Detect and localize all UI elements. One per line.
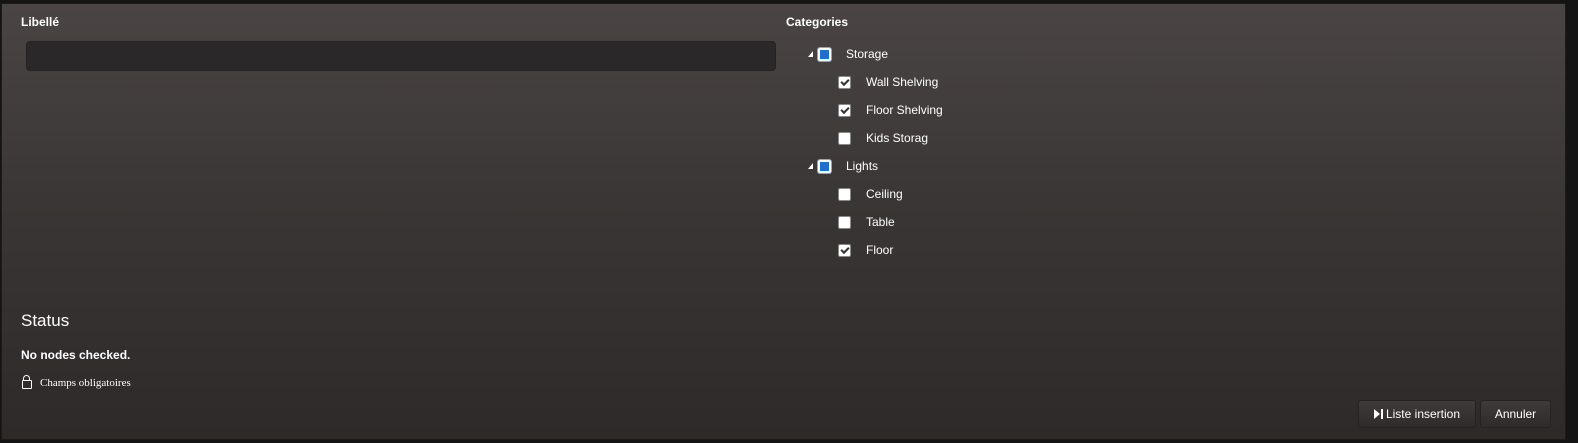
cancel-label: Annuler [1494, 407, 1537, 421]
tree-node-floor-shelving[interactable]: Floor Shelving [838, 100, 943, 120]
storage-checkbox[interactable] [818, 47, 831, 61]
tree-node-wall-shelving[interactable]: Wall Shelving [838, 72, 938, 92]
required-fields-label: Champs obligatoires [40, 376, 131, 389]
tree-node-label: Lights [846, 159, 879, 173]
ceiling-checkbox[interactable] [838, 187, 851, 201]
tree-node-label: Floor Shelving [866, 103, 943, 117]
form-panel: Libellé Categories Storage Wall Shelving… [1, 3, 1566, 440]
skip-insert-icon [1373, 409, 1383, 419]
liste-insertion-label: Liste insertion [1385, 407, 1461, 421]
tree-node-kids-storag[interactable]: Kids Storag [838, 128, 928, 148]
tree-node-label: Storage [846, 47, 889, 61]
kids-storag-checkbox[interactable] [838, 131, 851, 145]
categories-label: Categories [786, 15, 849, 29]
tree-node-ceiling[interactable]: Ceiling [838, 184, 903, 204]
tree-node-lights[interactable]: Lights [808, 156, 878, 176]
liste-insertion-button[interactable]: Liste insertion [1358, 400, 1476, 428]
cancel-button[interactable]: Annuler [1480, 400, 1551, 428]
wall-shelving-checkbox[interactable] [838, 75, 851, 89]
tree-node-floor[interactable]: Floor [838, 240, 893, 260]
lights-checkbox[interactable] [818, 159, 831, 173]
expand-toggle-icon[interactable] [808, 163, 813, 169]
tree-node-label: Floor [866, 243, 894, 257]
expand-toggle-icon[interactable] [808, 51, 813, 57]
tree-node-storage[interactable]: Storage [808, 44, 888, 64]
lock-icon [22, 375, 32, 389]
tree-node-label: Table [866, 215, 895, 229]
tree-node-label: Wall Shelving [866, 75, 939, 89]
tree-node-label: Ceiling [866, 187, 903, 201]
status-message: No nodes checked. [21, 348, 131, 362]
libelle-input[interactable] [26, 41, 776, 71]
tree-node-table[interactable]: Table [838, 212, 895, 232]
table-checkbox[interactable] [838, 215, 851, 229]
libelle-label: Libellé [21, 15, 60, 29]
tree-node-label: Kids Storag [866, 131, 929, 145]
floor-checkbox[interactable] [838, 243, 851, 257]
status-title: Status [21, 311, 70, 330]
floor-shelving-checkbox[interactable] [838, 103, 851, 117]
required-fields-note: Champs obligatoires [22, 375, 131, 389]
